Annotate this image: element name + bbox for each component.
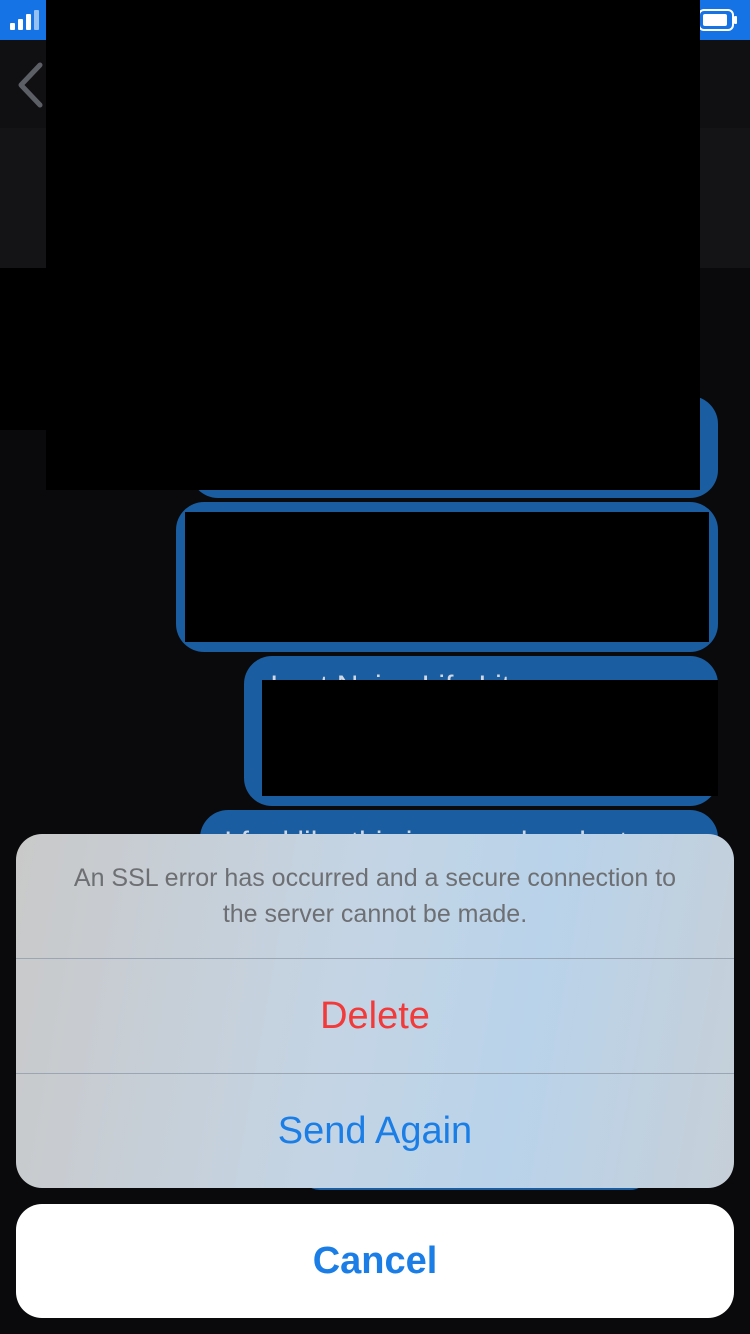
action-sheet: An SSL error has occurred and a secure c… bbox=[16, 834, 734, 1188]
delete-button[interactable]: Delete bbox=[16, 959, 734, 1073]
redacted-area bbox=[46, 0, 700, 490]
battery-icon bbox=[698, 9, 737, 31]
error-message: An SSL error has occurred and a secure c… bbox=[73, 864, 677, 928]
send-again-button[interactable]: Send Again bbox=[16, 1074, 734, 1188]
redacted-message bbox=[185, 512, 709, 642]
signal-bars-icon bbox=[10, 10, 39, 30]
message-bubble[interactable]: I got Noise Life Lite... bbox=[244, 656, 718, 806]
message-bubble[interactable] bbox=[176, 502, 718, 652]
redacted-message bbox=[262, 680, 718, 796]
chevron-left-icon[interactable] bbox=[16, 62, 46, 108]
cancel-button[interactable]: Cancel bbox=[16, 1204, 734, 1318]
